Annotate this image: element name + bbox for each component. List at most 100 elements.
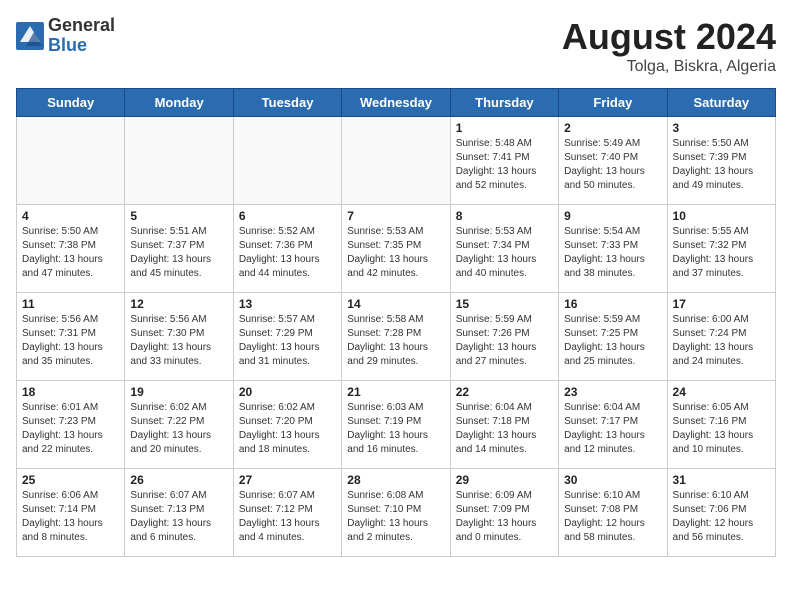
day-number: 25 — [22, 473, 119, 487]
day-info: Sunrise: 6:04 AM Sunset: 7:18 PM Dayligh… — [456, 401, 553, 457]
calendar-cell: 27 Sunrise: 6:07 AM Sunset: 7:12 PM Dayli… — [233, 469, 341, 557]
day-number: 17 — [673, 297, 770, 311]
weekday-header-friday: Friday — [559, 89, 667, 117]
day-number: 18 — [22, 385, 119, 399]
day-number: 10 — [673, 209, 770, 223]
day-number: 4 — [22, 209, 119, 223]
day-info: Sunrise: 5:56 AM Sunset: 7:30 PM Dayligh… — [130, 313, 227, 369]
day-number: 8 — [456, 209, 553, 223]
calendar-cell: 17Sunrise: 6:00 AM Sunset: 7:24 PM Dayli… — [667, 293, 775, 381]
calendar-cell: 20 Sunrise: 6:02 AM Sunset: 7:20 PM Dayli… — [233, 381, 341, 469]
calendar-cell: 26 Sunrise: 6:07 AM Sunset: 7:13 PM Dayli… — [125, 469, 233, 557]
day-number: 6 — [239, 209, 336, 223]
day-number: 27 — [239, 473, 336, 487]
weekday-header-sunday: Sunday — [17, 89, 125, 117]
calendar-week-5: 25 Sunrise: 6:06 AM Sunset: 7:14 PM Dayli… — [17, 469, 776, 557]
day-info: Sunrise: 6:05 AM Sunset: 7:16 PM Dayligh… — [673, 401, 770, 457]
day-number: 15 — [456, 297, 553, 311]
day-info: Sunrise: 6:03 AM Sunset: 7:19 PM Dayligh… — [347, 401, 444, 457]
day-number: 29 — [456, 473, 553, 487]
day-number: 7 — [347, 209, 444, 223]
day-number: 23 — [564, 385, 661, 399]
weekday-header-wednesday: Wednesday — [342, 89, 450, 117]
calendar-table: SundayMondayTuesdayWednesdayThursdayFrid… — [16, 88, 776, 557]
calendar-cell: 14 Sunrise: 5:58 AM Sunset: 7:28 PM Dayli… — [342, 293, 450, 381]
calendar-week-1: 1 Sunrise: 5:48 AM Sunset: 7:41 PM Daylig… — [17, 117, 776, 205]
day-info: Sunrise: 5:55 AM Sunset: 7:32 PM Dayligh… — [673, 225, 770, 281]
calendar-week-3: 11Sunrise: 5:56 AM Sunset: 7:31 PM Dayli… — [17, 293, 776, 381]
day-info: Sunrise: 5:51 AM Sunset: 7:37 PM Dayligh… — [130, 225, 227, 281]
calendar-cell: 6Sunrise: 5:52 AM Sunset: 7:36 PM Daylig… — [233, 205, 341, 293]
weekday-header-monday: Monday — [125, 89, 233, 117]
day-info: Sunrise: 5:59 AM Sunset: 7:25 PM Dayligh… — [564, 313, 661, 369]
calendar-cell: 28Sunrise: 6:08 AM Sunset: 7:10 PM Dayli… — [342, 469, 450, 557]
day-info: Sunrise: 5:48 AM Sunset: 7:41 PM Dayligh… — [456, 137, 553, 193]
day-info: Sunrise: 5:50 AM Sunset: 7:39 PM Dayligh… — [673, 137, 770, 193]
calendar-cell — [125, 117, 233, 205]
calendar-cell: 25 Sunrise: 6:06 AM Sunset: 7:14 PM Dayli… — [17, 469, 125, 557]
day-info: Sunrise: 5:53 AM Sunset: 7:35 PM Dayligh… — [347, 225, 444, 281]
weekday-header-saturday: Saturday — [667, 89, 775, 117]
day-info: Sunrise: 5:58 AM Sunset: 7:28 PM Dayligh… — [347, 313, 444, 369]
day-number: 12 — [130, 297, 227, 311]
day-number: 9 — [564, 209, 661, 223]
calendar-cell: 29 Sunrise: 6:09 AM Sunset: 7:09 PM Dayli… — [450, 469, 558, 557]
calendar-cell: 7 Sunrise: 5:53 AM Sunset: 7:35 PM Daylig… — [342, 205, 450, 293]
title-block: August 2024 Tolga, Biskra, Algeria — [562, 16, 776, 76]
logo-text: General Blue — [48, 16, 115, 56]
day-number: 14 — [347, 297, 444, 311]
day-info: Sunrise: 5:56 AM Sunset: 7:31 PM Dayligh… — [22, 313, 119, 369]
logo-blue: Blue — [48, 36, 115, 56]
day-info: Sunrise: 6:02 AM Sunset: 7:20 PM Dayligh… — [239, 401, 336, 457]
calendar-cell: 18Sunrise: 6:01 AM Sunset: 7:23 PM Dayli… — [17, 381, 125, 469]
day-info: Sunrise: 6:09 AM Sunset: 7:09 PM Dayligh… — [456, 489, 553, 545]
day-info: Sunrise: 5:50 AM Sunset: 7:38 PM Dayligh… — [22, 225, 119, 281]
calendar-cell: 21Sunrise: 6:03 AM Sunset: 7:19 PM Dayli… — [342, 381, 450, 469]
weekday-header-tuesday: Tuesday — [233, 89, 341, 117]
calendar-cell — [233, 117, 341, 205]
day-number: 3 — [673, 121, 770, 135]
day-number: 24 — [673, 385, 770, 399]
calendar-cell: 10 Sunrise: 5:55 AM Sunset: 7:32 PM Dayli… — [667, 205, 775, 293]
day-info: Sunrise: 6:07 AM Sunset: 7:12 PM Dayligh… — [239, 489, 336, 545]
location-title: Tolga, Biskra, Algeria — [562, 58, 776, 76]
calendar-cell: 24 Sunrise: 6:05 AM Sunset: 7:16 PM Dayli… — [667, 381, 775, 469]
calendar-week-4: 18Sunrise: 6:01 AM Sunset: 7:23 PM Dayli… — [17, 381, 776, 469]
day-number: 26 — [130, 473, 227, 487]
day-info: Sunrise: 6:04 AM Sunset: 7:17 PM Dayligh… — [564, 401, 661, 457]
calendar-cell — [17, 117, 125, 205]
calendar-cell: 11Sunrise: 5:56 AM Sunset: 7:31 PM Dayli… — [17, 293, 125, 381]
calendar-cell: 4 Sunrise: 5:50 AM Sunset: 7:38 PM Daylig… — [17, 205, 125, 293]
day-number: 22 — [456, 385, 553, 399]
calendar-cell: 30 Sunrise: 6:10 AM Sunset: 7:08 PM Dayli… — [559, 469, 667, 557]
weekday-header-row: SundayMondayTuesdayWednesdayThursdayFrid… — [17, 89, 776, 117]
day-number: 31 — [673, 473, 770, 487]
calendar-cell: 1 Sunrise: 5:48 AM Sunset: 7:41 PM Daylig… — [450, 117, 558, 205]
day-number: 19 — [130, 385, 227, 399]
weekday-header-thursday: Thursday — [450, 89, 558, 117]
day-number: 2 — [564, 121, 661, 135]
calendar-cell: 9Sunrise: 5:54 AM Sunset: 7:33 PM Daylig… — [559, 205, 667, 293]
day-number: 20 — [239, 385, 336, 399]
day-info: Sunrise: 5:59 AM Sunset: 7:26 PM Dayligh… — [456, 313, 553, 369]
calendar-cell: 13 Sunrise: 5:57 AM Sunset: 7:29 PM Dayli… — [233, 293, 341, 381]
day-info: Sunrise: 6:07 AM Sunset: 7:13 PM Dayligh… — [130, 489, 227, 545]
day-number: 1 — [456, 121, 553, 135]
day-info: Sunrise: 6:06 AM Sunset: 7:14 PM Dayligh… — [22, 489, 119, 545]
day-number: 5 — [130, 209, 227, 223]
day-info: Sunrise: 5:53 AM Sunset: 7:34 PM Dayligh… — [456, 225, 553, 281]
day-info: Sunrise: 5:57 AM Sunset: 7:29 PM Dayligh… — [239, 313, 336, 369]
calendar-cell: 16Sunrise: 5:59 AM Sunset: 7:25 PM Dayli… — [559, 293, 667, 381]
day-number: 30 — [564, 473, 661, 487]
calendar-cell: 19 Sunrise: 6:02 AM Sunset: 7:22 PM Dayli… — [125, 381, 233, 469]
day-info: Sunrise: 6:08 AM Sunset: 7:10 PM Dayligh… — [347, 489, 444, 545]
logo-general: General — [48, 16, 115, 36]
calendar-cell: 22 Sunrise: 6:04 AM Sunset: 7:18 PM Dayli… — [450, 381, 558, 469]
day-number: 13 — [239, 297, 336, 311]
calendar-cell: 23 Sunrise: 6:04 AM Sunset: 7:17 PM Dayli… — [559, 381, 667, 469]
calendar-cell: 8 Sunrise: 5:53 AM Sunset: 7:34 PM Daylig… — [450, 205, 558, 293]
calendar-cell — [342, 117, 450, 205]
day-info: Sunrise: 6:02 AM Sunset: 7:22 PM Dayligh… — [130, 401, 227, 457]
day-info: Sunrise: 6:10 AM Sunset: 7:08 PM Dayligh… — [564, 489, 661, 545]
logo: General Blue — [16, 16, 115, 56]
